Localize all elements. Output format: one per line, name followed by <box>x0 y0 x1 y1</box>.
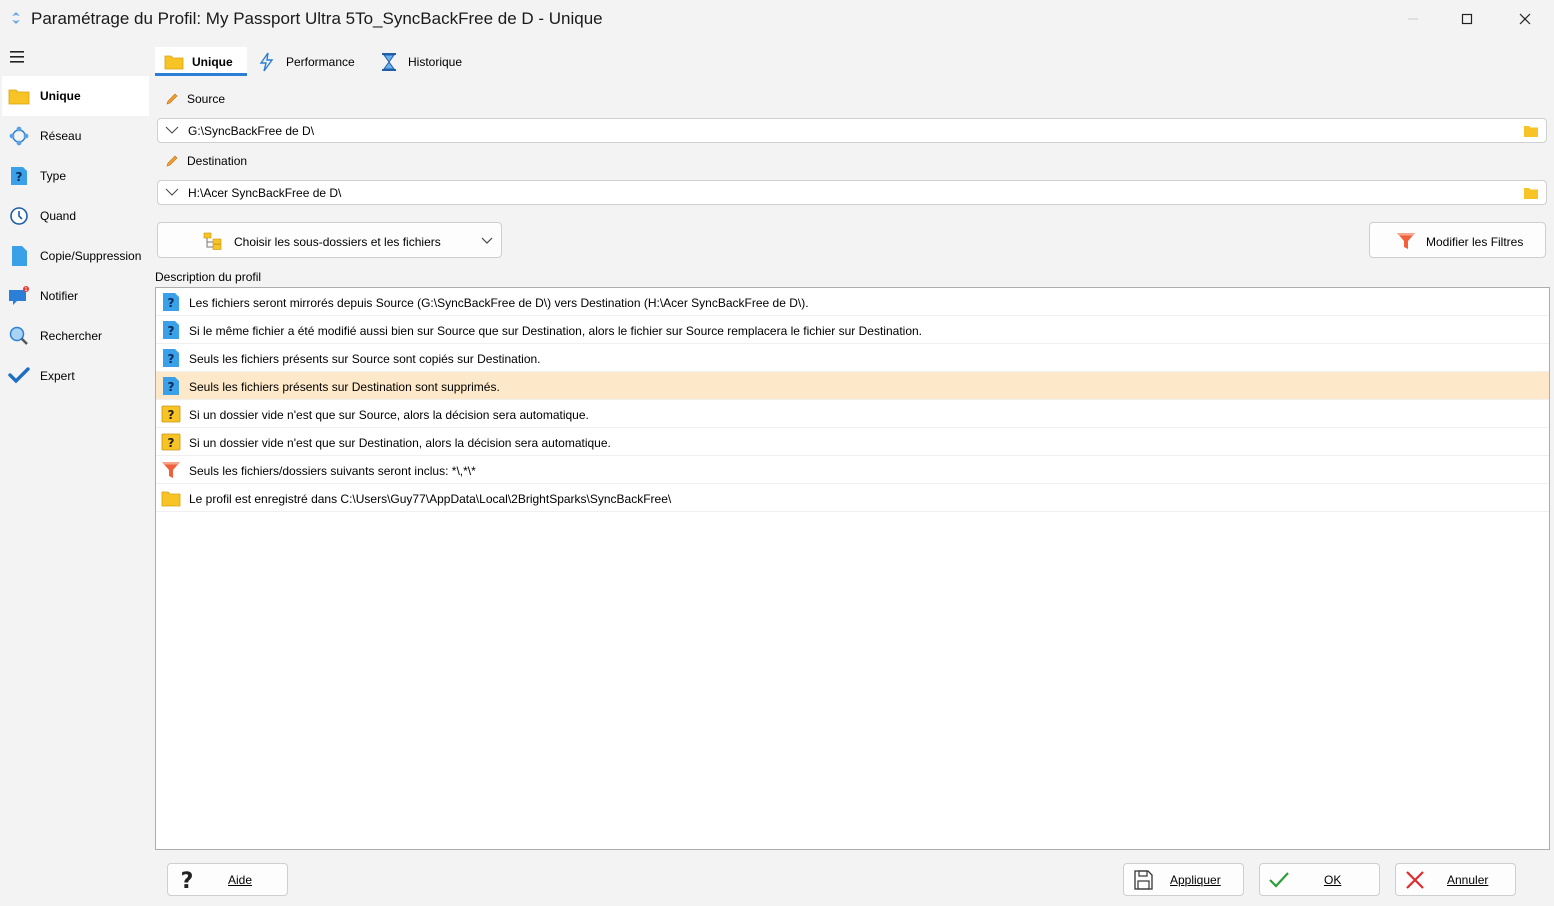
sidebar-item-quand[interactable]: Quand <box>2 196 149 236</box>
sidebar-item-label: Unique <box>40 89 81 103</box>
svg-text:?: ? <box>181 869 194 891</box>
notification-icon: 1 <box>9 286 29 305</box>
tab-historique[interactable]: Historique <box>377 47 477 76</box>
clock-icon <box>10 207 28 225</box>
magnifier-icon <box>9 326 28 345</box>
blue-question-icon: ? <box>163 377 179 395</box>
sidebar-item-label: Type <box>40 169 67 183</box>
description-title: Description du profil <box>155 270 262 284</box>
svg-text:?: ? <box>168 324 175 338</box>
svg-text:1: 1 <box>24 287 27 293</box>
title-bar: Paramétrage du Profil: My Passport Ultra… <box>0 0 1554 37</box>
svg-text:?: ? <box>168 436 175 450</box>
list-item[interactable]: Seuls les fichiers/dossiers suivants ser… <box>156 456 1549 484</box>
funnel-icon <box>1397 233 1415 249</box>
destination-path-value: H:\Acer SyncBackFree de D\ <box>188 186 342 200</box>
blue-question-icon: ? <box>163 321 179 339</box>
pencil-icon <box>166 93 178 105</box>
funnel-icon <box>162 462 180 478</box>
question-doc-icon: ? <box>11 167 27 185</box>
sidebar-item-label: Rechercher <box>40 329 103 343</box>
network-icon <box>9 126 29 146</box>
checkmark-icon <box>8 367 30 384</box>
svg-text:?: ? <box>16 170 23 184</box>
close-icon <box>1519 13 1531 24</box>
list-item[interactable]: ? Si le même fichier a été modifié aussi… <box>156 316 1549 344</box>
svg-text:?: ? <box>168 352 175 366</box>
svg-text:?: ? <box>168 296 175 310</box>
list-item[interactable]: ? Seuls les fichiers présents sur Source… <box>156 344 1549 372</box>
blue-question-icon: ? <box>163 349 179 367</box>
chevron-down-icon[interactable] <box>165 125 179 135</box>
folder-tree-icon <box>203 232 222 250</box>
source-path-value: G:\SyncBackFree de D\ <box>188 124 315 138</box>
list-item[interactable]: Le profil est enregistré dans C:\Users\G… <box>156 484 1549 512</box>
description-list[interactable]: ? Les fichiers seront mirrorés depuis So… <box>155 287 1550 850</box>
window-title: Paramétrage du Profil: My Passport Ultra… <box>31 9 603 28</box>
chevron-down-icon[interactable] <box>165 187 179 197</box>
list-item-selected[interactable]: ? Seuls les fichiers présents sur Destin… <box>156 372 1549 400</box>
source-path-combo[interactable]: G:\SyncBackFree de D\ <box>157 118 1547 143</box>
folder-icon <box>8 89 30 105</box>
tab-performance[interactable]: Performance <box>255 47 367 76</box>
folder-icon <box>161 491 181 507</box>
pencil-icon <box>166 155 178 167</box>
list-item[interactable]: ? Les fichiers seront mirrorés depuis So… <box>156 288 1549 316</box>
sidebar-item-label: Copie/Suppression <box>40 249 142 263</box>
list-item[interactable]: ? Si un dossier vide n'est que sur Desti… <box>156 428 1549 456</box>
document-icon <box>12 246 27 266</box>
chevron-down-icon <box>481 237 493 244</box>
save-icon <box>1134 870 1153 890</box>
sidebar-item-label: Notifier <box>40 289 79 303</box>
sidebar-item-notifier[interactable]: 1 Notifier <box>2 276 149 316</box>
sidebar-item-copie-suppression[interactable]: Copie/Suppression <box>2 236 149 276</box>
minimize-button[interactable] <box>1384 0 1442 37</box>
sidebar-item-label: Quand <box>40 209 77 223</box>
choose-folders-button[interactable]: Choisir les sous-dossiers et les fichier… <box>157 222 502 258</box>
help-icon: ? <box>181 869 194 891</box>
help-button[interactable]: ? Aide <box>167 863 288 896</box>
hourglass-icon <box>382 53 396 71</box>
tab-label: Historique <box>408 55 463 69</box>
svg-text:?: ? <box>168 380 175 394</box>
hamburger-menu-icon[interactable] <box>10 50 26 64</box>
red-x-icon <box>1406 871 1424 889</box>
sidebar-item-type[interactable]: ? Type <box>2 156 149 196</box>
modify-filters-label: Modifier les Filtres <box>1426 235 1524 249</box>
destination-label: Destination <box>165 154 247 168</box>
maximize-button[interactable] <box>1438 0 1496 37</box>
tab-label: Unique <box>192 55 233 69</box>
lightning-icon <box>259 52 274 72</box>
browse-folder-icon[interactable] <box>1524 187 1538 199</box>
browse-folder-icon[interactable] <box>1524 125 1538 137</box>
app-icon <box>12 12 20 24</box>
maximize-icon <box>1461 13 1473 24</box>
sidebar-item-expert[interactable]: Expert <box>2 356 149 396</box>
svg-text:?: ? <box>168 408 175 422</box>
folder-icon <box>164 55 184 70</box>
sidebar: Unique Réseau ? Type Quand Copie/Suppres… <box>0 37 150 906</box>
ok-button[interactable]: OK <box>1259 863 1380 896</box>
yellow-question-icon: ? <box>161 433 181 451</box>
minimize-icon <box>1408 18 1418 19</box>
tab-label: Performance <box>286 55 355 69</box>
cancel-button[interactable]: Annuler <box>1395 863 1516 896</box>
sidebar-item-reseau[interactable]: Réseau <box>2 116 149 156</box>
blue-question-icon: ? <box>163 293 179 311</box>
sidebar-item-label: Expert <box>40 369 75 383</box>
yellow-question-icon: ? <box>161 405 181 423</box>
destination-path-combo[interactable]: H:\Acer SyncBackFree de D\ <box>157 180 1547 205</box>
list-item[interactable]: ? Si un dossier vide n'est que sur Sourc… <box>156 400 1549 428</box>
apply-button[interactable]: Appliquer <box>1123 863 1244 896</box>
sidebar-item-unique[interactable]: Unique <box>2 76 149 116</box>
choose-folders-label: Choisir les sous-dossiers et les fichier… <box>234 235 441 249</box>
close-button[interactable] <box>1496 0 1554 37</box>
green-check-icon <box>1269 872 1289 888</box>
sidebar-item-label: Réseau <box>40 129 82 143</box>
source-label: Source <box>165 92 225 106</box>
sidebar-item-rechercher[interactable]: Rechercher <box>2 316 149 356</box>
modify-filters-button[interactable]: Modifier les Filtres <box>1369 222 1546 258</box>
tab-unique[interactable]: Unique <box>155 47 247 76</box>
